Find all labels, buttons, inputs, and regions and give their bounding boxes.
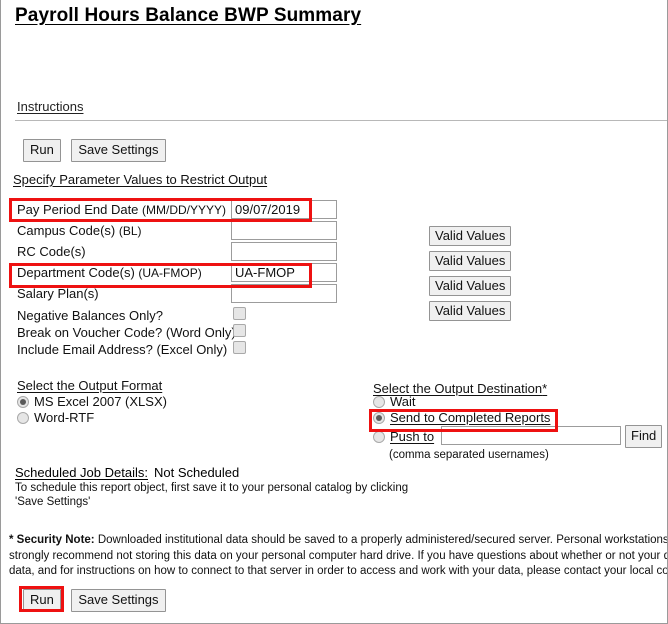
save-settings-button-top[interactable]: Save Settings (71, 139, 165, 162)
valid-values-button-salary-plan[interactable]: Valid Values (429, 301, 511, 321)
valid-values-button-rc[interactable]: Valid Values (429, 251, 511, 271)
rc-code-label: RC Code(s) (17, 244, 86, 259)
valid-values-button-column: Valid Values Valid Values Valid Values V… (429, 226, 511, 326)
output-format-label-xlsx: MS Excel 2007 (XLSX) (34, 394, 167, 409)
output-destination-radio-group: Wait Send to Completed Reports (373, 393, 550, 425)
scheduled-job-line: Scheduled Job Details: Not Scheduled (15, 465, 239, 480)
radio-icon-push-to[interactable] (373, 431, 385, 443)
security-note-line3: data, and for instructions on how to con… (9, 565, 668, 577)
output-destination-label-wait: Wait (390, 394, 416, 409)
campus-code-label: Campus Code(s) (BL) (17, 223, 142, 238)
output-format-option-xlsx[interactable]: MS Excel 2007 (XLSX) (17, 393, 167, 409)
find-button[interactable]: Find (625, 425, 662, 448)
negative-balances-label: Negative Balances Only? (17, 308, 163, 323)
instructions-link[interactable]: Instructions (17, 99, 83, 114)
output-format-option-rtf[interactable]: Word-RTF (17, 409, 167, 425)
save-settings-button-bottom[interactable]: Save Settings (71, 589, 165, 612)
rc-code-input[interactable] (231, 242, 337, 261)
negative-balances-checkbox[interactable] (233, 307, 246, 320)
output-format-radio-group: MS Excel 2007 (XLSX) Word-RTF (17, 393, 167, 425)
output-destination-label-push-to: Push to (390, 429, 434, 444)
radio-icon-xlsx[interactable] (17, 396, 29, 408)
security-note: * Security Note: Downloaded institutiona… (9, 533, 668, 580)
push-to-username-input[interactable] (441, 426, 621, 445)
output-destination-label-completed-reports: Send to Completed Reports (390, 410, 550, 425)
top-button-row: Run Save Settings (23, 139, 166, 162)
department-code-label: Department Code(s) (UA-FMOP) (17, 265, 202, 280)
bottom-button-row: Run Save Settings (23, 589, 166, 612)
security-note-prefix: * Security Note: (9, 534, 95, 546)
specify-parameters-heading[interactable]: Specify Parameter Values to Restrict Out… (13, 172, 267, 187)
salary-plan-label: Salary Plan(s) (17, 286, 99, 301)
pay-period-end-date-label: Pay Period End Date (MM/DD/YYYY) (17, 202, 226, 217)
scheduled-job-label: Scheduled Job Details: (15, 465, 148, 480)
output-destination-option-completed-reports[interactable]: Send to Completed Reports (373, 409, 550, 425)
valid-values-button-department[interactable]: Valid Values (429, 276, 511, 296)
output-format-heading[interactable]: Select the Output Format (17, 378, 162, 393)
break-on-voucher-label: Break on Voucher Code? (Word Only) (17, 325, 236, 340)
radio-icon-rtf[interactable] (17, 412, 29, 424)
department-code-input[interactable] (231, 263, 337, 282)
run-button-bottom[interactable]: Run (23, 589, 61, 612)
include-email-checkbox[interactable] (233, 341, 246, 354)
page-title: Payroll Hours Balance BWP Summary (15, 5, 361, 27)
output-format-label-rtf: Word-RTF (34, 410, 94, 425)
output-destination-option-push-to[interactable]: Push to Find (373, 428, 434, 446)
run-button-top[interactable]: Run (23, 139, 61, 162)
push-to-hint: (comma separated usernames) (389, 449, 549, 461)
campus-code-input[interactable] (231, 221, 337, 240)
radio-icon-wait[interactable] (373, 396, 385, 408)
salary-plan-input[interactable] (231, 284, 337, 303)
break-on-voucher-checkbox[interactable] (233, 324, 246, 337)
header-divider (15, 120, 667, 121)
report-parameters-page: Payroll Hours Balance BWP Summary Instru… (0, 0, 668, 624)
scheduled-job-status: Not Scheduled (154, 465, 239, 480)
radio-icon-completed-reports[interactable] (373, 412, 385, 424)
security-note-line1: Downloaded institutional data should be … (95, 534, 668, 546)
valid-values-button-campus[interactable]: Valid Values (429, 226, 511, 246)
include-email-label: Include Email Address? (Excel Only) (17, 342, 227, 357)
output-destination-option-wait[interactable]: Wait (373, 393, 550, 409)
security-note-line2: strongly recommend not storing this data… (9, 550, 668, 562)
pay-period-end-date-input[interactable] (231, 200, 337, 219)
scheduled-job-note: To schedule this report object, first sa… (15, 481, 435, 509)
